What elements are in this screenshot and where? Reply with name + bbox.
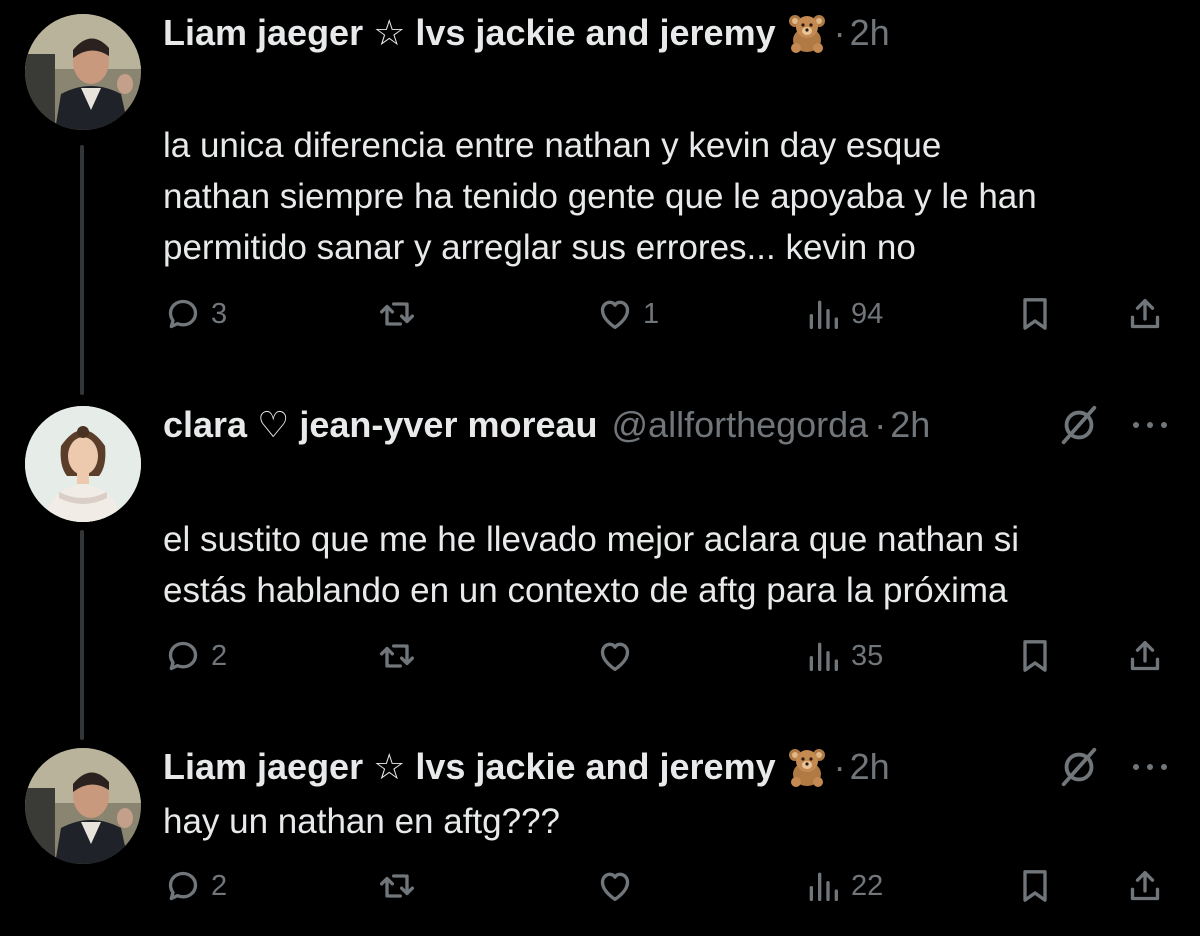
tweet-text-line: el sustito que me he llevado mejor aclar… — [163, 520, 1020, 559]
tweet-text-line: la unica diferencia entre nathan y kevin… — [163, 126, 942, 165]
like-icon — [595, 294, 635, 334]
retweet-icon — [377, 866, 417, 906]
display-name[interactable]: Liam jaeger ☆ lvs jackie and jeremy — [163, 746, 776, 788]
tweet-header: clara ♡ jean-yver moreau @allforthegorda… — [163, 400, 930, 450]
bookmark-icon — [1015, 294, 1055, 334]
retweet-icon — [377, 294, 417, 334]
reply-icon — [163, 294, 203, 334]
views-count: 35 — [851, 639, 884, 672]
bookmark-icon — [1015, 866, 1055, 906]
views-count: 94 — [851, 297, 884, 330]
teddy-bear-emoji — [786, 12, 828, 54]
display-name[interactable]: Liam jaeger ☆ lvs jackie and jeremy — [163, 12, 776, 54]
tweet-text-line: nathan siempre ha tenido gente que le ap… — [163, 177, 1037, 216]
more-button[interactable] — [1130, 403, 1170, 447]
retweet-icon — [377, 636, 417, 676]
thread-line — [80, 530, 84, 740]
bookmark-icon — [1015, 636, 1055, 676]
like-count: 1 — [643, 297, 660, 330]
share-icon — [1125, 866, 1165, 906]
avatar-image — [25, 14, 141, 130]
tweet-text-line: permitido sanar y arreglar sus errores..… — [163, 228, 916, 267]
like-icon — [595, 866, 635, 906]
tweet-actions: 2 35 — [163, 634, 1183, 678]
avatar-image — [25, 748, 141, 864]
display-name[interactable]: clara ♡ jean-yver moreau — [163, 404, 598, 446]
grok-icon — [1056, 744, 1102, 790]
teddy-bear-emoji — [786, 746, 828, 788]
views-icon — [803, 636, 843, 676]
thread-line — [80, 145, 84, 395]
reply-button[interactable]: 2 — [163, 864, 227, 908]
username-handle[interactable]: @allforthegorda — [612, 404, 869, 446]
tweet-text: la unica diferencia entre nathan y kevin… — [163, 120, 1173, 273]
timestamp[interactable]: 2h — [890, 404, 930, 446]
timestamp[interactable]: 2h — [850, 746, 890, 788]
separator-dot: · — [833, 12, 846, 53]
avatar[interactable] — [25, 14, 141, 130]
retweet-button[interactable] — [377, 634, 425, 678]
share-button[interactable] — [1125, 634, 1165, 678]
more-button[interactable] — [1130, 745, 1170, 789]
tweet-actions: 2 22 — [163, 864, 1183, 908]
separator-dot: · — [874, 404, 887, 445]
separator-dot: · — [833, 746, 846, 787]
tweet-actions: 3 1 94 — [163, 292, 1183, 336]
reply-count: 3 — [211, 297, 228, 330]
bookmark-button[interactable] — [1015, 634, 1055, 678]
grok-icon — [1056, 402, 1102, 448]
more-icon — [1130, 755, 1170, 779]
reply-button[interactable]: 2 — [163, 634, 227, 678]
views-button[interactable]: 35 — [803, 634, 883, 678]
like-button[interactable] — [595, 634, 643, 678]
share-button[interactable] — [1125, 864, 1165, 908]
bookmark-button[interactable] — [1015, 292, 1055, 336]
views-button[interactable]: 22 — [803, 864, 883, 908]
tweet-text-line: hay un nathan en aftg??? — [163, 802, 561, 841]
tweet-text: hay un nathan en aftg??? — [163, 796, 1173, 847]
grok-button[interactable] — [1056, 403, 1102, 447]
tweet-text: el sustito que me he llevado mejor aclar… — [163, 514, 1173, 616]
like-icon — [595, 636, 635, 676]
views-icon — [803, 866, 843, 906]
reply-count: 2 — [211, 639, 228, 672]
share-button[interactable] — [1125, 292, 1165, 336]
avatar[interactable] — [25, 748, 141, 864]
share-icon — [1125, 636, 1165, 676]
timestamp[interactable]: 2h — [850, 12, 890, 54]
avatar-image — [25, 406, 141, 522]
views-button[interactable]: 94 — [803, 292, 883, 336]
more-icon — [1130, 413, 1170, 437]
avatar[interactable] — [25, 406, 141, 522]
reply-icon — [163, 636, 203, 676]
retweet-button[interactable] — [377, 292, 425, 336]
reply-icon — [163, 866, 203, 906]
reply-count: 2 — [211, 869, 228, 902]
reply-button[interactable]: 3 — [163, 292, 227, 336]
tweet-header: Liam jaeger ☆ lvs jackie and jeremy · 2h — [163, 8, 890, 58]
like-button[interactable]: 1 — [595, 292, 659, 336]
grok-button[interactable] — [1056, 745, 1102, 789]
retweet-button[interactable] — [377, 864, 425, 908]
like-button[interactable] — [595, 864, 643, 908]
bookmark-button[interactable] — [1015, 864, 1055, 908]
tweet-header: Liam jaeger ☆ lvs jackie and jeremy · 2h — [163, 742, 890, 792]
views-count: 22 — [851, 869, 884, 902]
views-icon — [803, 294, 843, 334]
share-icon — [1125, 294, 1165, 334]
tweet-text-line: estás hablando en un contexto de aftg pa… — [163, 571, 1008, 610]
